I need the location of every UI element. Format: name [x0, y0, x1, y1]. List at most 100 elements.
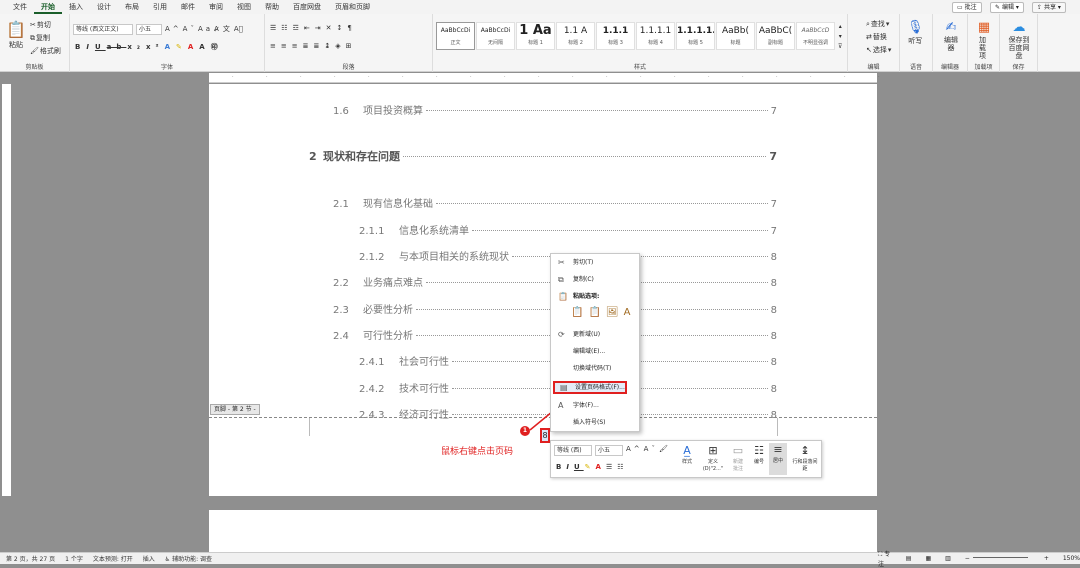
mini-center-button[interactable]: ≡ 居中 [769, 443, 787, 475]
status-words[interactable]: 1 个字 [65, 554, 83, 563]
toc-entry[interactable]: 2.1.1 信息化系统清单 7 [359, 222, 777, 237]
status-insert[interactable]: 插入 [143, 554, 155, 563]
tab-5[interactable]: 引用 [146, 0, 174, 14]
dictate-button[interactable]: 🎙 听写 [907, 20, 924, 46]
italic-icon[interactable]: I [566, 463, 573, 471]
horizontal-ruler[interactable]: · · · · · · · · · · · · · · · · · · · · [209, 73, 880, 83]
paste-picture-icon[interactable]: 🖼 [606, 307, 619, 318]
tab-8[interactable]: 视图 [230, 0, 258, 14]
toc-entry[interactable]: 1.6 项目投资概算 7 [333, 102, 777, 117]
style-gallery-scroll[interactable]: ▴ ▾ ⊽ [838, 22, 842, 51]
style-item[interactable]: 1.1.1 标题 3 [596, 22, 635, 50]
select-button[interactable]: ↖ 选择 ▾ [866, 45, 891, 55]
style-item[interactable]: 1.1 A 标题 2 [556, 22, 595, 50]
zoom-out-icon[interactable]: − [965, 555, 970, 562]
menu-item-update-field[interactable]: ⟳ 更新域(U) [551, 329, 639, 341]
style-item[interactable]: 1.1.1.1.1 标题 5 [676, 22, 715, 50]
grow-font-icon[interactable]: A^ [165, 25, 182, 33]
tab-9[interactable]: 帮助 [258, 0, 286, 14]
tab-11[interactable]: 页眉和页脚 [328, 0, 377, 14]
style-item[interactable]: AaBbCcD 不明显强调 [796, 22, 835, 50]
menu-item-insert-symbol[interactable]: 插入符号(S) [551, 417, 639, 429]
paste-button[interactable]: 📋 粘贴 [6, 20, 26, 50]
style-item[interactable]: AaBbCcDi 正文 [436, 22, 475, 50]
paste-text-only-icon[interactable]: A [624, 307, 631, 318]
chevron-down-icon[interactable]: ▾ [839, 32, 842, 41]
toc-entry[interactable]: 2.1 现有信息化基础 7 [333, 195, 777, 210]
tab-6[interactable]: 邮件 [174, 0, 202, 14]
toc-entry[interactable]: 2 现状和存在问题 7 [309, 148, 777, 164]
save-to-netdisk-button[interactable]: ☁ 保存到百度网盘 [1003, 20, 1035, 60]
font-color-icon[interactable]: A [188, 43, 198, 51]
paste-keep-source-icon[interactable]: 📋 [571, 307, 583, 318]
increase-indent-icon[interactable]: ⇥ [315, 24, 325, 32]
format-painter-button[interactable]: 🖌 格式刷 [30, 46, 61, 56]
bold-icon[interactable]: B [556, 463, 565, 471]
mini-font-select[interactable]: 等线 (西) [554, 445, 592, 456]
more-styles-icon[interactable]: ⊽ [838, 42, 842, 51]
underline-icon[interactable]: U [95, 43, 106, 51]
addins-button[interactable]: ▦ 加载项 [973, 20, 995, 60]
menu-item-format-page-numbers[interactable]: ▤ 设置页码格式(F)... [553, 381, 627, 394]
chinese-layout-icon[interactable]: ✕ [326, 24, 336, 32]
style-item[interactable]: 1.1.1.1 标题 4 [636, 22, 675, 50]
align-center-icon[interactable]: ≡ [281, 42, 291, 50]
bold-icon[interactable]: B [75, 43, 85, 51]
underline-icon[interactable]: U [574, 463, 584, 471]
borders-icon[interactable]: ⊞ [346, 42, 356, 50]
change-case-icon[interactable]: Aa [198, 25, 213, 33]
find-button[interactable]: ⌕ 查找 ▾ [866, 19, 889, 29]
mini-styles-button[interactable]: A̲ 样式 [677, 444, 697, 465]
tab-3[interactable]: 设计 [90, 0, 118, 14]
bullets-icon[interactable]: ☰ [270, 24, 280, 32]
justify-icon[interactable]: ≣ [303, 42, 313, 50]
replace-button[interactable]: ⇄ 替换 [866, 32, 887, 42]
tab-7[interactable]: 审阅 [202, 0, 230, 14]
share-button[interactable]: ⇪ 共享 ▾ [1032, 2, 1066, 13]
enclose-char-icon[interactable]: ㊞ [211, 42, 223, 52]
mini-define-button[interactable]: ⊞ 定义 (D)"2..." [701, 444, 725, 472]
read-mode-icon[interactable]: ▤ [906, 555, 912, 562]
editor-button[interactable]: ✍ 编辑器 [938, 20, 964, 52]
clear-format-icon[interactable]: A̷ [214, 25, 222, 33]
format-painter-icon[interactable]: 🖌 [659, 445, 671, 453]
zoom-in-icon[interactable]: + [1044, 555, 1049, 562]
mini-numbering-button[interactable]: ☷ 编号 [750, 444, 768, 465]
numbering-icon[interactable]: ☷ [281, 24, 291, 32]
multilevel-icon[interactable]: ☲ [293, 24, 303, 32]
shrink-font-icon[interactable]: Aˇ [183, 25, 197, 33]
print-layout-icon[interactable]: ▦ [925, 555, 931, 562]
tab-4[interactable]: 布局 [118, 0, 146, 14]
web-layout-icon[interactable]: ▥ [945, 555, 951, 562]
mini-line-spacing-button[interactable]: ↨ 行和段落间距 [791, 444, 819, 472]
subscript-icon[interactable]: x₂ [127, 43, 145, 51]
phonetic-icon[interactable]: 文 [223, 24, 233, 34]
copy-button[interactable]: ⧉ 复制 [30, 33, 50, 43]
align-right-icon[interactable]: ≡ [292, 42, 302, 50]
char-border-icon[interactable]: A⃞ [234, 25, 246, 33]
shading-icon[interactable]: ◈ [335, 42, 344, 50]
menu-item-edit-field[interactable]: 编辑域(E)... [551, 346, 639, 358]
focus-button[interactable]: ⛶ 专注 [878, 549, 892, 568]
font-name-select[interactable]: 等线 (西文正文) [73, 24, 133, 35]
document-page-next[interactable] [209, 510, 877, 552]
text-effects-icon[interactable]: A [165, 43, 175, 51]
style-item[interactable]: 1 Aa 标题 1 [516, 22, 555, 50]
mini-new-comment-button[interactable]: ▭ 新建批注 [728, 444, 748, 472]
font-size-select[interactable]: 小五 [136, 24, 162, 35]
tab-0[interactable]: 文件 [6, 0, 34, 14]
show-marks-icon[interactable]: ¶ [347, 24, 355, 32]
decrease-indent-icon[interactable]: ⇤ [304, 24, 314, 32]
font-color-icon[interactable]: A [596, 463, 605, 471]
chevron-up-icon[interactable]: ▴ [839, 22, 842, 31]
status-predict[interactable]: 文本预测: 打开 [93, 554, 133, 563]
tab-2[interactable]: 插入 [62, 0, 90, 14]
char-shading-icon[interactable]: A [199, 43, 209, 51]
tab-1[interactable]: 开始 [34, 0, 62, 14]
style-item[interactable]: AaBb(标题 [716, 22, 755, 50]
mini-size-select[interactable]: 小五 [595, 445, 623, 456]
menu-item-toggle-codes[interactable]: 切换域代码(T) [551, 363, 639, 375]
strikethrough-icon[interactable]: ab [107, 43, 127, 51]
status-accessibility[interactable]: ♿ 辅助功能: 调查 [165, 554, 212, 563]
align-left-icon[interactable]: ≡ [270, 42, 280, 50]
